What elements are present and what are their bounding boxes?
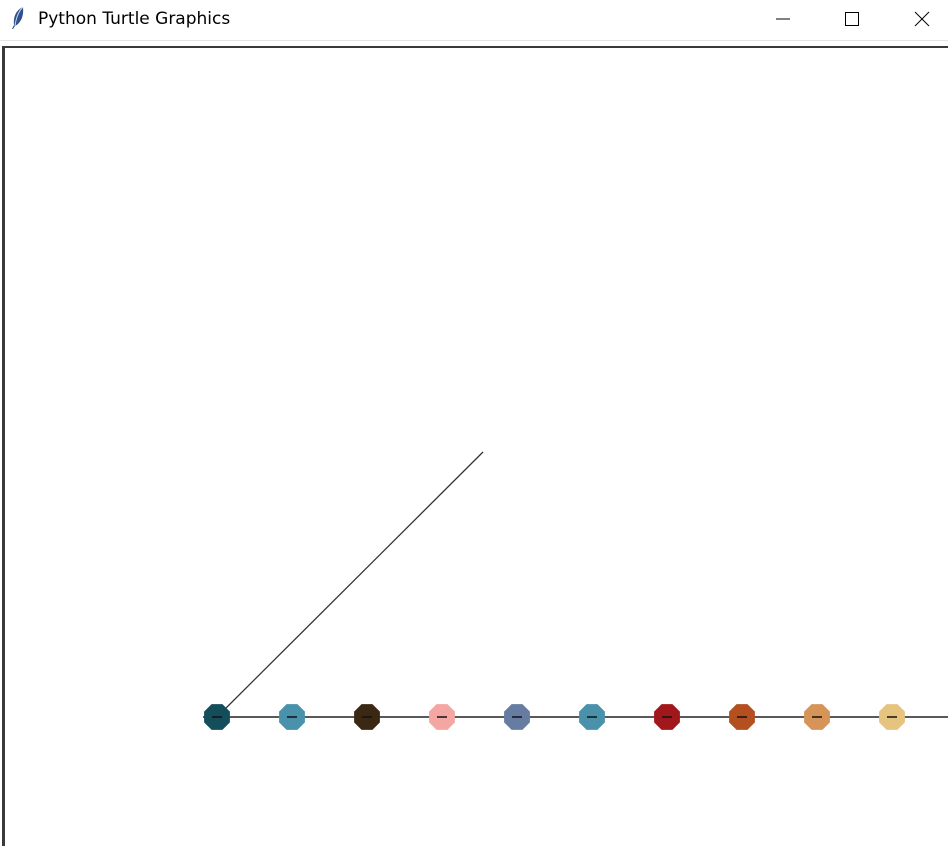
turtle-drawing xyxy=(203,451,948,730)
diagonal-line xyxy=(216,451,484,718)
turtle-window: Python Turtle Graphics xyxy=(0,0,948,846)
